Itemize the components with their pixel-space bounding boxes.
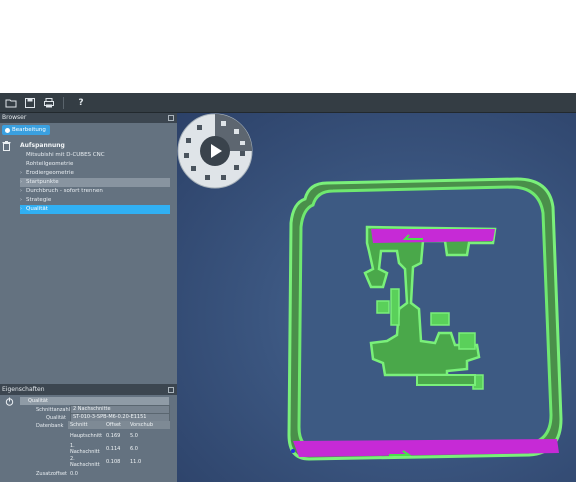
main-toolbar: ?: [0, 93, 576, 113]
section-qualitaet[interactable]: Qualität: [20, 397, 169, 405]
settings-icon[interactable]: [221, 121, 226, 126]
table-row[interactable]: 2. Nachschnitt 0.108 11.0: [68, 455, 170, 468]
measure-icon[interactable]: [240, 141, 245, 145]
properties-header: Eigenschaften: [0, 385, 177, 395]
schnittanzahl-label: Schnittanzahl: [36, 407, 71, 413]
print-icon: [44, 97, 54, 107]
zoom-icon[interactable]: [191, 166, 196, 171]
3d-viewport[interactable]: [177, 113, 576, 482]
cube-icon[interactable]: [197, 125, 202, 130]
tree-item-rohteil[interactable]: Rohteilgeometrie: [20, 160, 170, 169]
origin-marker-icon: [291, 449, 295, 453]
layers-icon[interactable]: [234, 129, 239, 134]
view-icon[interactable]: [186, 138, 191, 143]
save-icon: [25, 97, 35, 108]
properties-panel: Eigenschaften Qualität Schnittanzahl 2 N…: [0, 384, 177, 482]
tree-item-erodiergeometrie[interactable]: › Erodiergeometrie: [20, 169, 170, 178]
tree-item-machine[interactable]: Mitsubishi mit D-CUBES CNC: [20, 151, 170, 160]
datenbank-label: Datenbank: [36, 423, 64, 429]
qualitaet-label: Qualität: [46, 415, 66, 421]
trash-icon: [2, 141, 11, 151]
orbit-icon[interactable]: [205, 175, 210, 180]
open-button[interactable]: [3, 95, 19, 111]
save-button[interactable]: [22, 95, 38, 111]
power-icon[interactable]: [5, 397, 14, 406]
tree-root-label: Aufspannung: [20, 142, 65, 149]
pin-icon[interactable]: [168, 115, 174, 121]
top-highlight-edge: [371, 229, 495, 243]
center-icon[interactable]: [221, 175, 226, 180]
tree-item-startpunkte[interactable]: › Startpunkte: [20, 178, 170, 187]
schnitt-table: Schnitt Offset Vorschub Hauptschnitt 0.1…: [68, 421, 170, 468]
tab-label: Bearbeitung: [12, 127, 46, 133]
table-header: Schnitt Offset Vorschub: [68, 421, 170, 429]
walk-icon[interactable]: [240, 151, 245, 156]
help-label: ?: [78, 97, 84, 108]
tree-item-qualitaet[interactable]: › Qualität: [20, 205, 170, 214]
folder-open-icon: [5, 99, 17, 107]
zusatzoffset-label: Zusatzoffset: [36, 471, 67, 477]
pin-icon[interactable]: [168, 387, 174, 393]
properties-title: Eigenschaften: [2, 386, 45, 393]
toolbar-separator: [63, 96, 64, 109]
tab-dot-icon: [5, 127, 10, 133]
outer-frame-top: [297, 185, 553, 451]
navigation-wheel[interactable]: [177, 113, 253, 189]
tree-root[interactable]: Aufspannung: [2, 141, 65, 151]
zusatzoffset-value[interactable]: 0.0: [70, 471, 78, 477]
browser-title: Browser: [2, 114, 27, 121]
pan-icon[interactable]: [184, 153, 189, 158]
browser-tabs: Bearbeitung: [0, 123, 177, 137]
table-row[interactable]: 1. Nachschnitt 0.114 6.0: [68, 442, 170, 455]
rewind-icon[interactable]: [234, 165, 239, 170]
tab-bearbeitung[interactable]: Bearbeitung: [2, 125, 50, 135]
browser-panel-header: Browser: [0, 113, 177, 123]
tree-item-durchbruch[interactable]: › Durchbruch - sofort trennen: [20, 187, 170, 196]
table-row[interactable]: Hauptschnitt 0.169 5.0: [68, 429, 170, 442]
print-button[interactable]: [41, 95, 57, 111]
blank-area: [0, 0, 576, 93]
tree-item-strategie[interactable]: › Strategie: [20, 196, 170, 205]
help-button[interactable]: ?: [73, 95, 89, 111]
